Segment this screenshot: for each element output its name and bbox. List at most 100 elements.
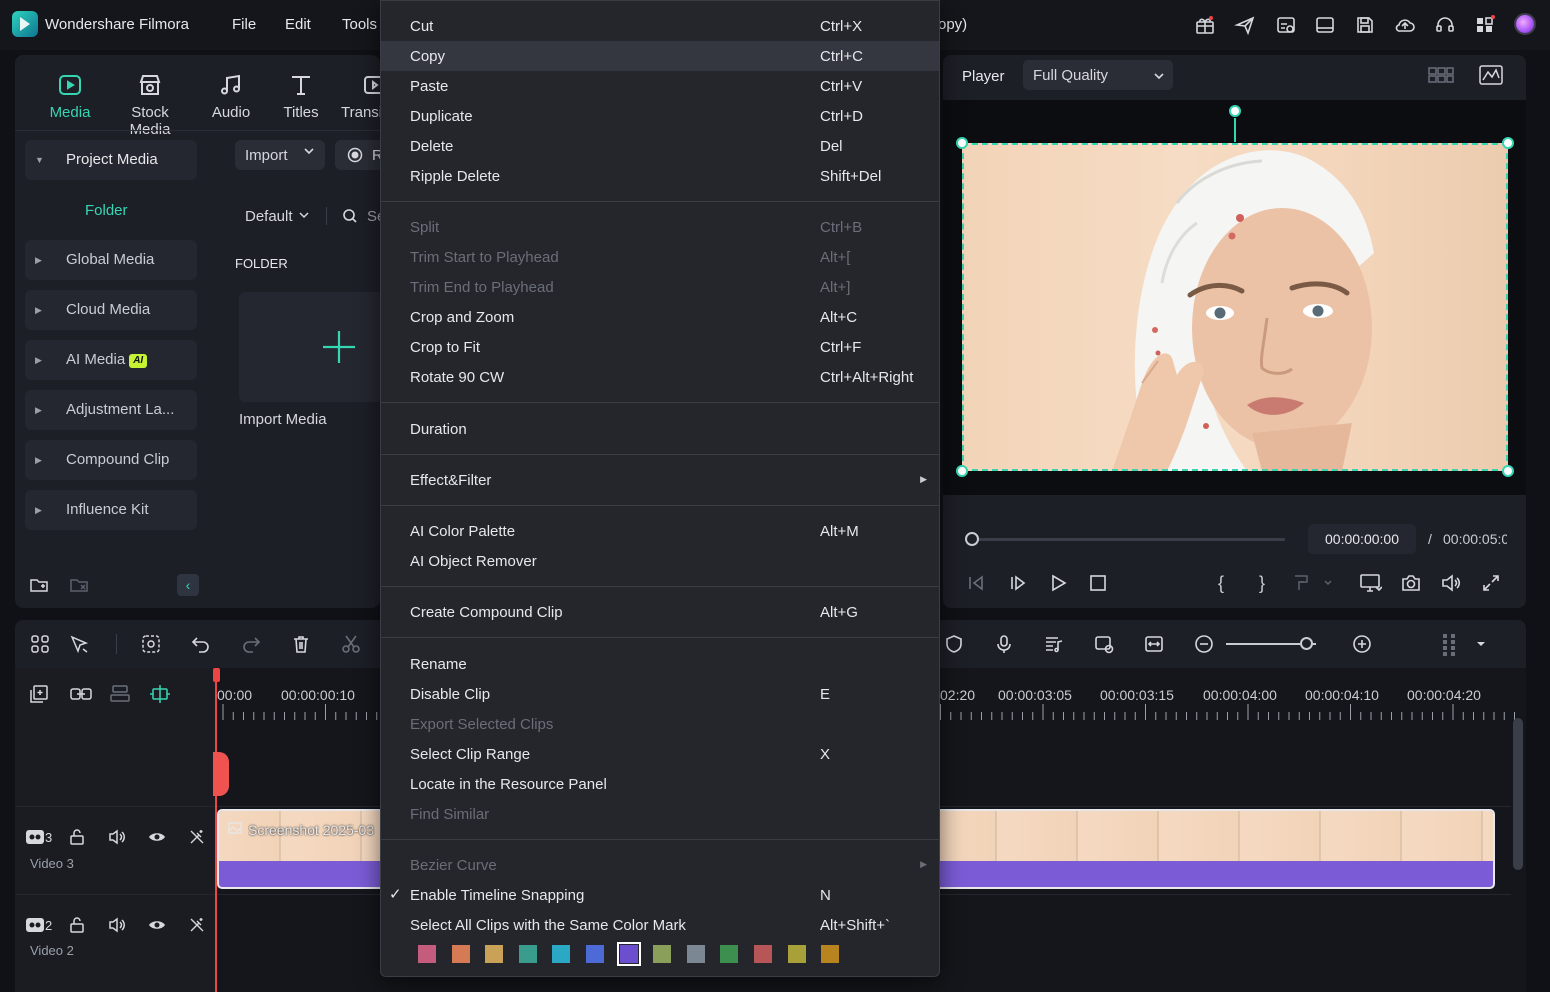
select-tool-icon[interactable] [69,634,89,654]
speaker-icon[interactable] [108,828,126,846]
menu-item-rename[interactable]: Rename [381,649,939,679]
gift-icon[interactable] [1194,14,1216,36]
menu-item-disable-clip[interactable]: Disable Clip E [381,679,939,709]
track-manager-icon[interactable] [109,684,131,704]
next-frame-icon[interactable] [1008,573,1028,593]
menu-item-crop-to-fit[interactable]: Crop to Fit Ctrl+F [381,332,939,362]
tab-audio[interactable]: Audio [196,72,266,124]
play-icon[interactable] [1048,573,1068,593]
delete-icon[interactable] [291,634,311,654]
tab-transitions[interactable]: Transi [336,72,380,124]
auto-highlight-icon[interactable] [141,634,161,654]
audio-mix-icon[interactable] [1044,634,1064,654]
clip-settings-icon[interactable] [1094,634,1114,654]
color-mark-swatch[interactable] [586,945,604,963]
add-track-icon[interactable] [29,684,49,704]
resize-handle-bottom-left[interactable] [956,465,968,477]
current-timecode[interactable]: 00:00:00:00 [1308,524,1416,554]
playhead-grip[interactable] [213,752,229,796]
auto-enhance-icon[interactable] [188,916,206,934]
redo-icon[interactable] [241,634,261,654]
menu-item-cut[interactable]: Cut Ctrl+X [381,11,939,41]
color-mark-swatch[interactable] [754,945,772,963]
avatar[interactable] [1514,13,1536,35]
menu-item-crop-and-zoom[interactable]: Crop and Zoom Alt+C [381,302,939,332]
record-dropdown[interactable]: R [335,140,383,170]
menu-item-enable-timeline-snapping[interactable]: ✓ Enable Timeline Snapping N [381,880,939,910]
menu-item-trim-start[interactable]: Trim Start to Playhead Alt+[ [381,242,939,272]
sidebar-item-global-media[interactable]: ▶ Global Media [25,240,197,280]
menu-edit[interactable]: Edit [285,16,311,33]
playback-progress-knob[interactable] [965,532,979,546]
color-mark-swatch[interactable] [720,945,738,963]
sidebar-item-cloud-media[interactable]: ▶ Cloud Media [25,290,197,330]
undo-icon[interactable] [191,634,211,654]
stop-icon[interactable] [1088,573,1108,593]
sidebar-item-ai-media[interactable]: ▶ AI Media AI [25,340,197,380]
sidebar-item-adjustment-layer[interactable]: ▶ Adjustment La... [25,390,197,430]
volume-icon[interactable] [1441,573,1461,593]
display-output-icon[interactable] [1360,573,1382,593]
shield-icon[interactable] [944,634,964,654]
menu-item-ai-object-remover[interactable]: AI Object Remover [381,546,939,576]
color-mark-swatch[interactable] [485,945,503,963]
menu-item-duration[interactable]: Duration [381,414,939,444]
speaker-icon[interactable] [108,916,126,934]
tab-titles[interactable]: Titles [266,72,336,124]
menu-file[interactable]: File [232,16,256,33]
resize-handle-bottom-right[interactable] [1502,465,1514,477]
quality-dropdown[interactable]: Full Quality [1023,60,1173,90]
scissors-icon[interactable] [341,634,361,654]
headset-icon[interactable] [1434,14,1456,36]
menu-item-select-clip-range[interactable]: Select Clip Range X [381,739,939,769]
import-media-tile[interactable] [239,292,380,402]
timeline-view-dropdown-icon[interactable] [1441,634,1489,656]
apps-icon[interactable] [1474,14,1496,36]
layout-grid-icon[interactable] [30,634,50,654]
menu-item-split[interactable]: Split Ctrl+B [381,212,939,242]
playhead-head[interactable] [213,668,220,682]
menu-item-locate-in-resource-panel[interactable]: Locate in the Resource Panel [381,769,939,799]
search-input[interactable]: Se [367,208,380,225]
lock-icon[interactable] [68,828,86,846]
eye-icon[interactable] [148,916,166,934]
timeline-scrollbar[interactable] [1513,718,1523,870]
menu-item-select-same-color-mark[interactable]: Select All Clips with the Same Color Mar… [381,910,939,940]
resize-handle-top-left[interactable] [956,137,968,149]
magnetic-snap-icon[interactable] [149,684,171,704]
menu-item-find-similar[interactable]: Find Similar [381,799,939,829]
collapse-panel-icon[interactable]: ‹ [177,574,199,596]
sidebar-item-compound-clip[interactable]: ▶ Compound Clip [25,440,197,480]
color-mark-swatch[interactable] [687,945,705,963]
scopes-icon[interactable] [1479,64,1503,86]
activity-icon[interactable] [1275,14,1297,36]
search-icon[interactable] [342,208,358,224]
color-mark-swatch[interactable] [552,945,570,963]
rotate-handle[interactable] [1229,105,1241,117]
tab-media[interactable]: Media [35,72,105,124]
sort-dropdown[interactable]: Default [235,202,317,230]
mark-out-icon[interactable]: } [1252,573,1272,593]
sidebar-item-project-media[interactable]: ▼ Project Media [25,140,197,180]
menu-item-bezier-curve[interactable]: Bezier Curve ▶ [381,850,939,880]
save-icon[interactable] [1354,14,1376,36]
menu-item-effect-filter[interactable]: Effect&Filter ▶ [381,465,939,495]
menu-item-create-compound-clip[interactable]: Create Compound Clip Alt+G [381,597,939,627]
previous-frame-icon[interactable] [966,573,986,593]
menu-item-trim-end[interactable]: Trim End to Playhead Alt+] [381,272,939,302]
auto-enhance-icon[interactable] [188,828,206,846]
snapshot-icon[interactable] [1401,573,1421,593]
zoom-in-icon[interactable] [1352,634,1372,654]
color-mark-swatch-selected[interactable] [617,942,641,966]
menu-item-delete[interactable]: Delete Del [381,131,939,161]
fullscreen-icon[interactable] [1481,573,1501,593]
menu-item-ai-color-palette[interactable]: AI Color Palette Alt+M [381,516,939,546]
video-clip-right[interactable] [933,809,1495,889]
selection-frame[interactable] [962,143,1508,471]
menu-item-rotate-90-cw[interactable]: Rotate 90 CW Ctrl+Alt+Right [381,362,939,392]
microphone-icon[interactable] [994,634,1014,654]
sidebar-item-folder[interactable]: Folder [85,202,128,219]
resize-handle-top-right[interactable] [1502,137,1514,149]
color-mark-swatch[interactable] [788,945,806,963]
delete-folder-icon[interactable] [69,575,89,595]
